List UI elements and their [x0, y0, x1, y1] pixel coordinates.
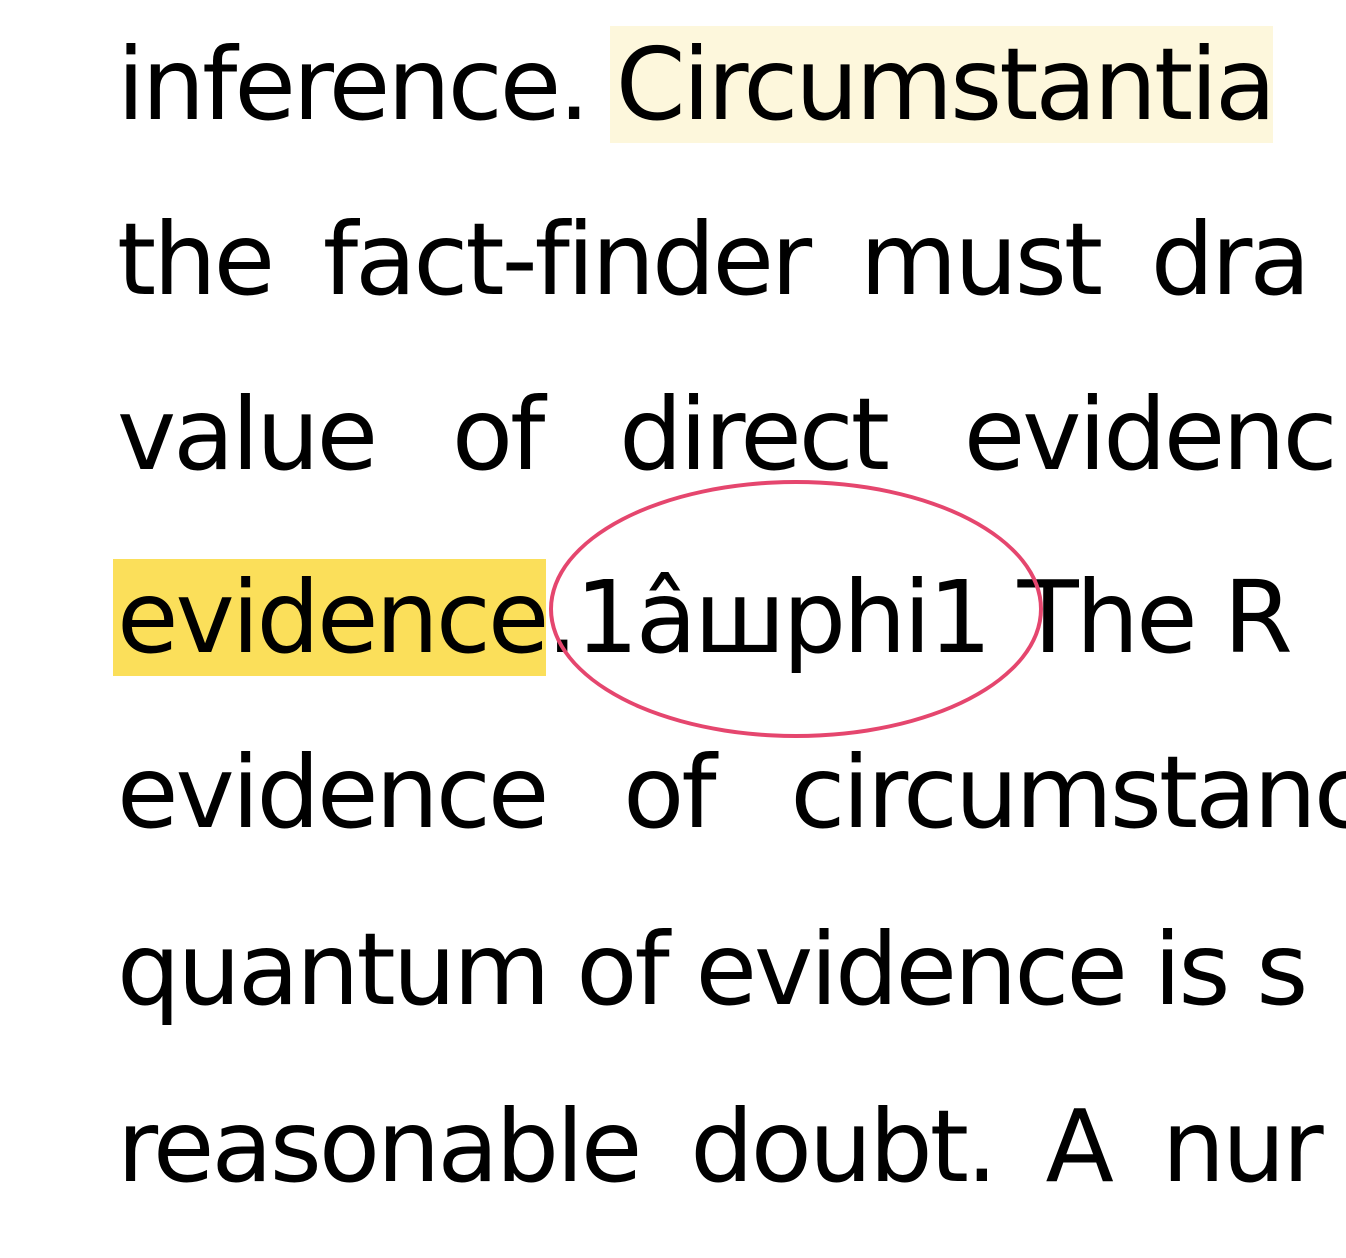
text-segment: evidence of circumstanc [117, 734, 1346, 851]
highlighted-text-light[interactable]: Circumstantia [609, 26, 1276, 143]
text-line-2: the fact-finder must dra [117, 205, 1311, 315]
text-segment: the fact-finder must dra [117, 201, 1311, 318]
text-segment: value of direct evidenc [117, 376, 1338, 493]
text-segment: inference. [117, 26, 616, 143]
ellipse-annotation[interactable] [549, 480, 1043, 738]
text-line-7: reasonable doubt. A nur [117, 1092, 1324, 1202]
text-line-1: inference. Circumstantia [117, 26, 1276, 143]
text-line-6: quantum of evidence is s [117, 915, 1308, 1025]
document-viewport: inference. Circumstantia the fact-finder… [0, 0, 1346, 1258]
text-line-3: value of direct evidenc [117, 380, 1338, 490]
highlighted-text-strong[interactable]: evidence [113, 559, 549, 676]
text-line-5: evidence of circumstanc [117, 738, 1346, 848]
text-segment: quantum of evidence is s [117, 911, 1308, 1028]
text-segment: reasonable doubt. A nur [117, 1088, 1324, 1205]
